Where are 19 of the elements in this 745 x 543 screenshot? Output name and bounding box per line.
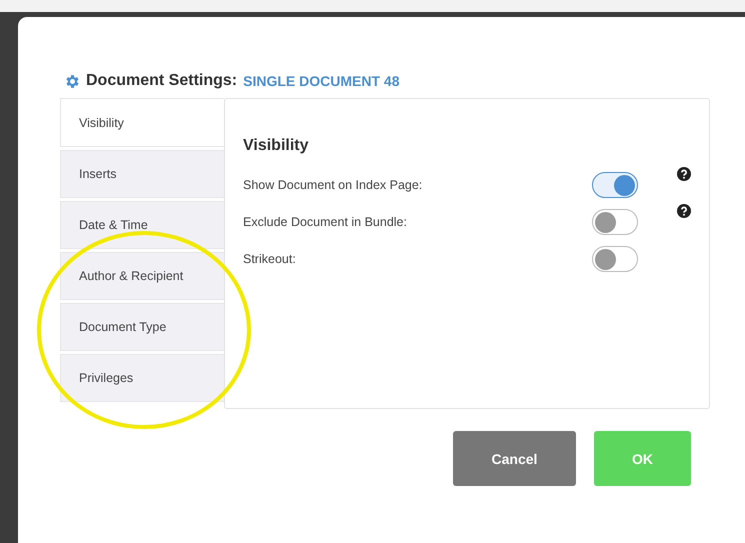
toggle-switch[interactable] — [592, 208, 638, 234]
help-icon[interactable] — [677, 204, 691, 218]
help-icon[interactable] — [677, 167, 691, 181]
toggle-switch[interactable] — [592, 172, 638, 198]
setting-label: Show Document on Index Page: — [243, 178, 424, 192]
dialog-title: Document Settings: — [86, 72, 238, 90]
settings-icon — [64, 72, 81, 90]
panel-heading: Visibility — [243, 137, 310, 155]
sidebar-tab[interactable]: Author & Recipient — [60, 252, 224, 300]
setting-label: Exclude Document in Bundle: — [243, 214, 408, 228]
cancel-button[interactable]: Cancel — [453, 431, 576, 486]
toggle-switch[interactable] — [592, 246, 638, 272]
setting-label: Strikeout: — [243, 252, 297, 266]
sidebar-tab[interactable]: Date & Time — [60, 201, 224, 249]
document-name: SINGLE DOCUMENT 48 — [243, 73, 400, 89]
sidebar-tab[interactable]: Privileges — [60, 354, 224, 402]
sidebar-tab[interactable]: Inserts — [60, 150, 224, 198]
sidebar-tab[interactable]: Visibility — [60, 98, 224, 147]
sidebar-tab[interactable]: Document Type — [60, 303, 224, 351]
